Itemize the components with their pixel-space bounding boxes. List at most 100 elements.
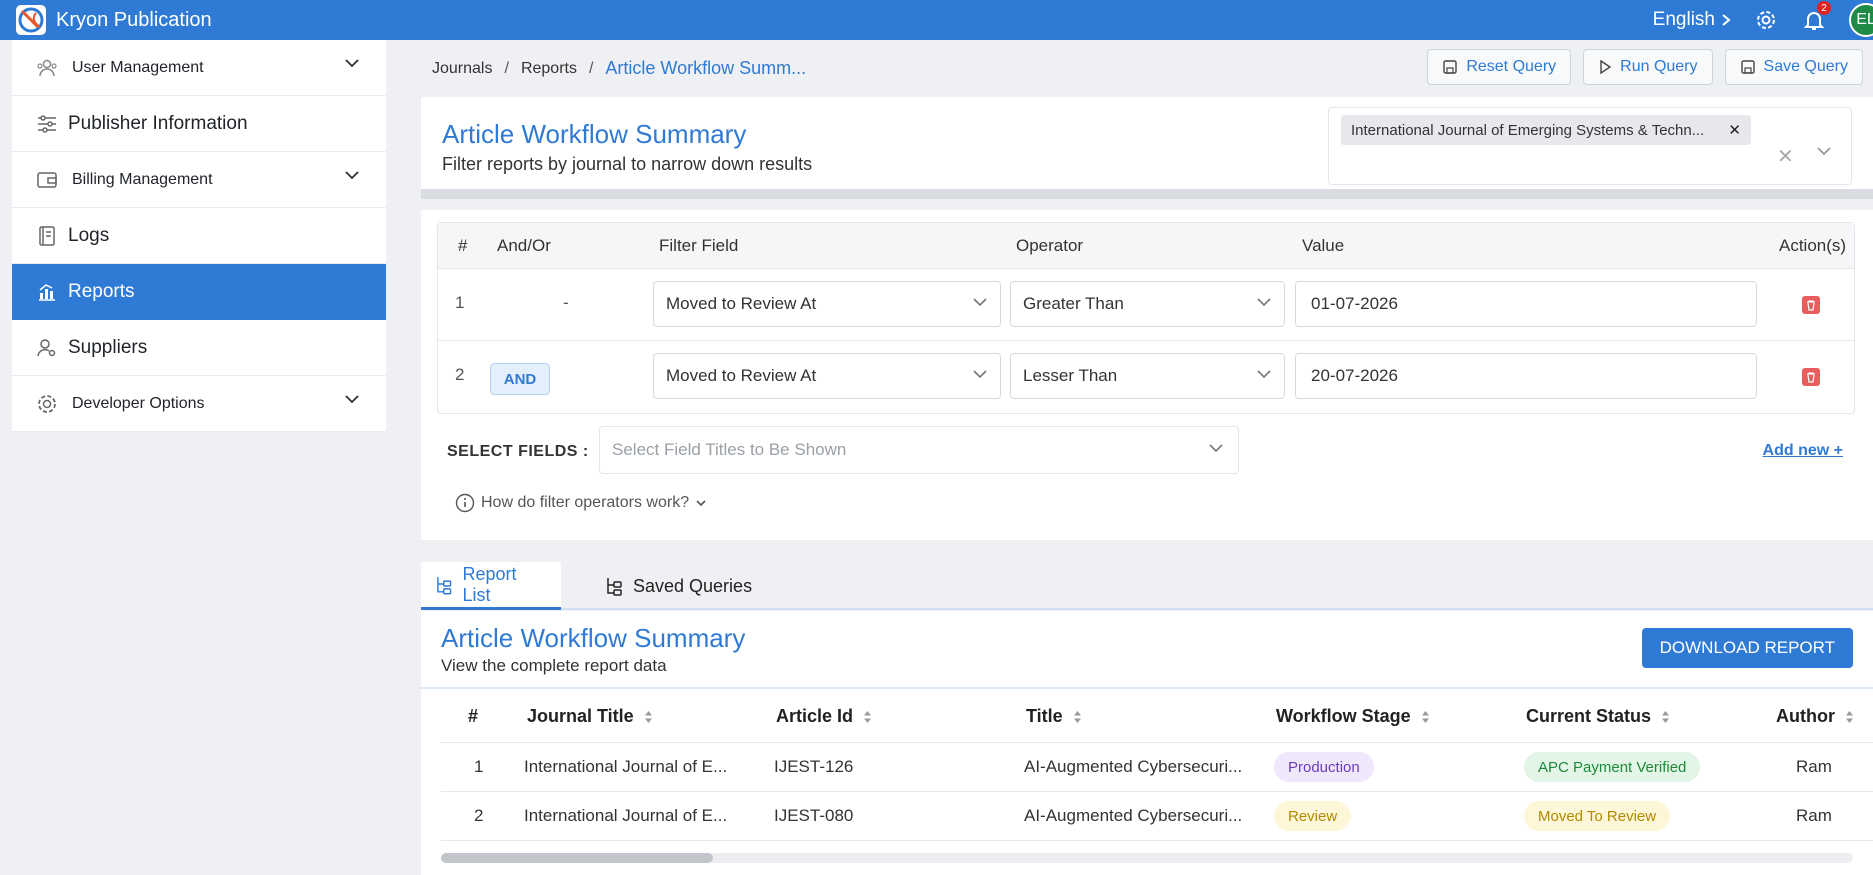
select-fields-dropdown[interactable]: Select Field Titles to Be Shown bbox=[599, 426, 1239, 474]
clear-selection-icon[interactable]: ✕ bbox=[1777, 144, 1794, 169]
reset-query-button[interactable]: Reset Query bbox=[1427, 49, 1572, 85]
journal-multiselect[interactable]: International Journal of Emerging System… bbox=[1328, 107, 1852, 185]
filter-row-num: 1 bbox=[455, 293, 465, 312]
col-filter-field: Filter Field bbox=[659, 235, 739, 255]
operator-value: Greater Than bbox=[1023, 294, 1124, 313]
save-query-button[interactable]: Save Query bbox=[1724, 49, 1863, 85]
chart-icon bbox=[34, 279, 60, 305]
report-table: # Journal Title Article Id Title Workflo… bbox=[441, 691, 1873, 841]
delete-filter-button[interactable] bbox=[1802, 296, 1820, 314]
query-title: Article Workflow Summary bbox=[442, 119, 747, 149]
sort-icon bbox=[1845, 710, 1853, 723]
sidebar-item-label: Reports bbox=[68, 280, 135, 302]
query-actions: Reset Query Run Query Save Query bbox=[1427, 49, 1863, 85]
value-input[interactable]: 20-07-2026 bbox=[1295, 353, 1757, 399]
notification-count-badge: 2 bbox=[1817, 1, 1831, 15]
table-row[interactable]: 2 International Journal of E... IJEST-08… bbox=[441, 792, 1873, 841]
wallet-icon bbox=[34, 167, 60, 193]
row-journal-title: International Journal of E... bbox=[524, 806, 728, 825]
tab-saved-queries[interactable]: Saved Queries bbox=[591, 562, 766, 610]
user-gear-icon bbox=[34, 335, 60, 361]
sidebar-item-reports[interactable]: Reports bbox=[12, 264, 386, 320]
breadcrumb-current: Article Workflow Summ... bbox=[605, 58, 807, 78]
col-workflow-stage[interactable]: Workflow Stage bbox=[1276, 691, 1430, 742]
app-logo-icon[interactable] bbox=[16, 5, 46, 35]
andor-toggle[interactable]: AND bbox=[490, 363, 550, 395]
sidebar-item-label: Publisher Information bbox=[68, 112, 248, 134]
tab-saved-queries-label: Saved Queries bbox=[633, 575, 753, 596]
delete-filter-button[interactable] bbox=[1802, 368, 1820, 386]
app-title: Kryon Publication bbox=[56, 8, 212, 31]
chevron-down-icon bbox=[345, 59, 359, 68]
sidebar-item-suppliers[interactable]: Suppliers bbox=[12, 320, 386, 376]
operator-select[interactable]: Lesser Than bbox=[1010, 353, 1285, 399]
row-workflow-stage: Production bbox=[1274, 743, 1374, 791]
value-text: 20-07-2026 bbox=[1311, 366, 1398, 385]
col-article-id-label: Article Id bbox=[776, 706, 854, 726]
run-query-button[interactable]: Run Query bbox=[1583, 49, 1713, 85]
users-icon bbox=[34, 55, 60, 81]
sidebar-item-user-management[interactable]: User Management bbox=[12, 40, 386, 96]
stage-badge: Production bbox=[1274, 752, 1374, 782]
col-author-label: Author bbox=[1776, 706, 1835, 726]
query-subtitle: Filter reports by journal to narrow down… bbox=[442, 154, 813, 174]
filter-help-toggle[interactable]: How do filter operators work? bbox=[455, 493, 707, 513]
list-tree-icon bbox=[437, 576, 452, 594]
filter-table: # And/Or Filter Field Operator Value Act… bbox=[437, 222, 1855, 414]
notifications-button[interactable]: 2 bbox=[1801, 1, 1831, 33]
row-current-status: APC Payment Verified bbox=[1524, 743, 1701, 791]
info-icon bbox=[455, 493, 475, 513]
col-workflow-stage-label: Workflow Stage bbox=[1276, 706, 1411, 726]
col-article-id[interactable]: Article Id bbox=[776, 691, 872, 742]
col-title[interactable]: Title bbox=[1026, 691, 1082, 742]
chevron-down-icon bbox=[696, 500, 706, 507]
chevron-down-icon bbox=[345, 171, 359, 180]
chevron-down-icon bbox=[973, 370, 987, 379]
col-author[interactable]: Author bbox=[1776, 691, 1854, 742]
trash-icon bbox=[1807, 299, 1815, 311]
breadcrumb-journals[interactable]: Journals bbox=[432, 60, 492, 78]
horizontal-scrollbar[interactable] bbox=[441, 853, 1853, 863]
sidebar-item-developer-options[interactable]: Developer Options bbox=[12, 376, 386, 432]
filter-andor-empty: - bbox=[563, 293, 569, 312]
col-value: Value bbox=[1302, 235, 1345, 255]
query-header-card: Article Workflow Summary Filter reports … bbox=[421, 97, 1873, 199]
col-andor: And/Or bbox=[497, 235, 551, 255]
report-title: Article Workflow Summary bbox=[441, 623, 746, 653]
sidebar-item-logs[interactable]: Logs bbox=[12, 208, 386, 264]
operator-select[interactable]: Greater Than bbox=[1010, 281, 1285, 327]
download-report-button[interactable]: DOWNLOAD REPORT bbox=[1641, 628, 1853, 668]
sort-icon bbox=[1421, 710, 1429, 723]
breadcrumb-reports[interactable]: Reports bbox=[521, 60, 577, 78]
remove-chip-icon[interactable]: ✕ bbox=[1728, 121, 1741, 139]
col-current-status[interactable]: Current Status bbox=[1526, 691, 1670, 742]
user-avatar[interactable]: EL bbox=[1849, 3, 1873, 37]
save-icon bbox=[1740, 60, 1755, 74]
filter-field-select[interactable]: Moved to Review At bbox=[653, 353, 1001, 399]
settings-button[interactable] bbox=[1753, 7, 1779, 33]
sidebar-item-billing-management[interactable]: Billing Management bbox=[12, 152, 386, 208]
sidebar-item-label: Developer Options bbox=[72, 394, 205, 412]
language-selector[interactable]: English bbox=[1653, 9, 1731, 31]
value-input[interactable]: 01-07-2026 bbox=[1295, 281, 1757, 327]
col-journal-title[interactable]: Journal Title bbox=[527, 691, 653, 742]
report-divider bbox=[421, 687, 1873, 689]
run-query-label: Run Query bbox=[1620, 58, 1698, 75]
trash-icon bbox=[1807, 371, 1815, 383]
chevron-down-icon bbox=[1257, 370, 1271, 379]
chevron-right-icon bbox=[1722, 14, 1731, 26]
sort-icon bbox=[1662, 710, 1670, 723]
add-new-filter-link[interactable]: Add new + bbox=[1763, 442, 1843, 460]
row-author: Ram bbox=[1796, 757, 1832, 776]
table-row[interactable]: 1 International Journal of E... IJEST-12… bbox=[441, 743, 1873, 792]
tab-report-list[interactable]: Report List bbox=[421, 562, 561, 610]
sort-icon bbox=[644, 710, 652, 723]
sidebar-item-publisher-information[interactable]: Publisher Information bbox=[12, 96, 386, 152]
row-journal-title: International Journal of E... bbox=[524, 757, 728, 776]
filter-row: 1 - Moved to Review At Greater Than 01-0… bbox=[438, 269, 1854, 341]
top-bar: Kryon Publication English 2 EL bbox=[0, 0, 1873, 40]
scrollbar-thumb[interactable] bbox=[441, 853, 713, 863]
filter-field-select[interactable]: Moved to Review At bbox=[653, 281, 1001, 327]
row-num: 1 bbox=[474, 757, 484, 776]
chevron-down-icon[interactable] bbox=[1816, 146, 1832, 156]
